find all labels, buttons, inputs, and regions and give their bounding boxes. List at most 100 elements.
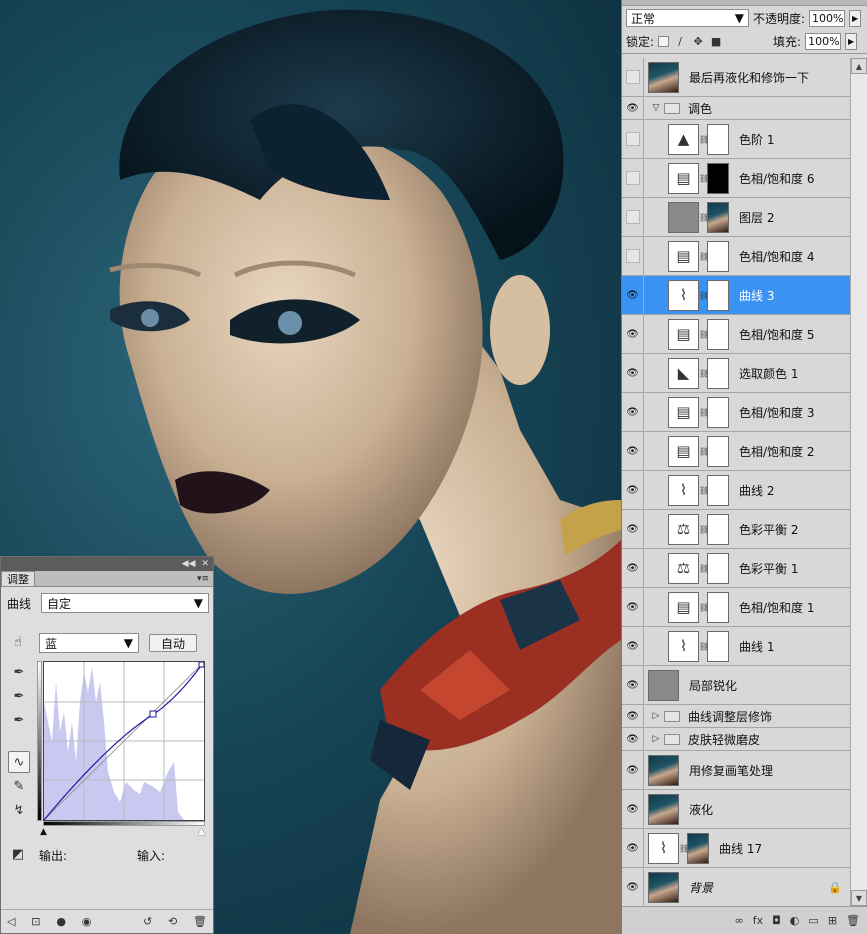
layer-row[interactable]: 👁 ⌇ ⛓ 曲线 2 [622,471,850,510]
layer-mask-thumbnail[interactable] [707,201,729,233]
curve-tool-icon[interactable]: ∿ [8,751,30,773]
layer-mask-thumbnail[interactable] [707,630,729,662]
visibility-toggle[interactable] [622,198,644,236]
layer-row[interactable]: ▤ ⛓ 色相/饱和度 4 [622,237,850,276]
preset-select[interactable]: 自定 ▼ [41,593,210,613]
visibility-toggle[interactable]: 👁 [622,588,644,626]
chain-icon[interactable]: ⛓ [699,213,709,222]
layer-row[interactable]: 👁 局部锐化 [622,666,850,705]
visibility-toggle[interactable]: 👁 [622,97,644,119]
fill-slider-icon[interactable]: ▶ [845,33,858,50]
caret-right-icon[interactable]: ▷ [648,711,664,721]
new-layer-icon[interactable]: ⊞ [828,914,837,927]
lock-brush-icon[interactable]: / [673,35,687,49]
layer-mask-thumbnail[interactable] [707,318,729,350]
scroll-down-icon[interactable]: ▼ [851,890,867,906]
eye-icon[interactable]: ◉ [82,915,92,928]
chain-icon[interactable]: ⛓ [679,844,689,853]
lock-transparency-icon[interactable] [658,36,670,47]
visibility-toggle[interactable]: 👁 [622,705,644,727]
layer-mask-thumbnail[interactable] [707,279,729,311]
lock-all-icon[interactable]: ■ [709,35,723,49]
visibility-toggle[interactable]: 👁 [622,471,644,509]
reset-icon[interactable]: ⟲ [168,915,177,928]
layer-row[interactable]: 👁 ⚖ ⛓ 色彩平衡 1 [622,549,850,588]
eye-icon[interactable]: 👁 [626,882,639,893]
layer-row[interactable]: 👁 ▽ 调色 [622,97,850,120]
layer-row[interactable]: 👁 ⚖ ⛓ 色彩平衡 2 [622,510,850,549]
visibility-toggle[interactable] [622,120,644,158]
fx-icon[interactable]: fx [753,914,763,927]
visibility-toggle[interactable]: 👁 [622,549,644,587]
chain-icon[interactable]: ⛓ [699,486,709,495]
return-icon[interactable]: ◁ [7,915,15,928]
chain-icon[interactable]: ⛓ [699,252,709,261]
visibility-toggle[interactable] [622,58,644,96]
visibility-toggle[interactable]: 👁 [622,666,644,704]
eye-icon[interactable]: 👁 [626,602,639,613]
eye-icon[interactable]: 👁 [626,407,639,418]
tab-adjustments[interactable]: 调整 [1,571,35,586]
visibility-toggle[interactable] [622,237,644,275]
layer-row[interactable]: 👁 用修复画笔处理 [622,751,850,790]
layer-mask-thumbnail[interactable] [707,591,729,623]
previous-state-icon[interactable]: ↺ [143,915,152,928]
clip-layer-icon[interactable]: ● [56,915,66,928]
pencil-icon[interactable]: ✎ [8,775,30,797]
layer-row[interactable]: 👁 ⌇ ⛓ 曲线 17 [622,829,850,868]
layer-row[interactable]: 👁 ⌇ ⛓ 曲线 1 [622,627,850,666]
visibility-toggle[interactable]: 👁 [622,829,644,867]
expand-icon[interactable]: ⊡ [31,915,40,928]
hidden-eye-icon[interactable] [625,171,640,185]
target-adjust-icon[interactable]: ☝ [7,631,29,653]
visibility-toggle[interactable]: 👁 [622,868,644,906]
hidden-eye-icon[interactable] [625,249,640,263]
adjustment-icon[interactable]: ◐ [790,914,800,927]
eyedropper-gray-icon[interactable]: ✒ [8,685,30,707]
blend-mode-select[interactable]: 正常 ▼ [626,9,749,27]
eye-icon[interactable]: 👁 [626,711,639,722]
eye-icon[interactable]: 👁 [626,563,639,574]
layer-mask-thumbnail[interactable] [707,474,729,506]
eye-icon[interactable]: 👁 [626,680,639,691]
chain-icon[interactable]: ⛓ [699,525,709,534]
hidden-eye-icon[interactable] [625,70,640,84]
fill-input[interactable]: 100% [805,33,842,50]
chain-icon[interactable]: ⛓ [699,330,709,339]
eye-icon[interactable]: 👁 [626,368,639,379]
black-point-slider[interactable]: ▲ [40,827,47,837]
eye-icon[interactable]: 👁 [626,485,639,496]
eye-icon[interactable]: 👁 [626,765,639,776]
layer-mask-thumbnail[interactable] [687,832,709,864]
eye-icon[interactable]: 👁 [626,103,639,114]
layer-row[interactable]: 👁 ▤ ⛓ 色相/饱和度 1 [622,588,850,627]
visibility-toggle[interactable] [622,159,644,197]
eye-icon[interactable]: 👁 [626,329,639,340]
collapse-icon[interactable]: ◀◀ [182,559,196,569]
chain-icon[interactable]: ⛓ [699,291,709,300]
visibility-toggle[interactable]: 👁 [622,393,644,431]
layer-row[interactable]: ▲ ⛓ 色阶 1 [622,120,850,159]
chain-icon[interactable]: ⛓ [699,603,709,612]
layer-mask-thumbnail[interactable] [707,162,729,194]
layer-row[interactable]: 最后再液化和修饰一下 [622,58,850,97]
close-icon[interactable]: ✕ [201,559,209,569]
eye-icon[interactable]: 👁 [626,734,639,745]
eye-icon[interactable]: 👁 [626,290,639,301]
eye-icon[interactable]: 👁 [626,446,639,457]
eyedropper-white-icon[interactable]: ✒ [8,709,30,731]
eye-icon[interactable]: 👁 [626,524,639,535]
layer-row[interactable]: 👁 ⌇ ⛓ 曲线 3 [622,276,850,315]
chain-icon[interactable]: ⛓ [699,135,709,144]
layer-row[interactable]: ▤ ⛓ 色相/饱和度 6 [622,159,850,198]
layer-row[interactable]: 👁 ▤ ⛓ 色相/饱和度 3 [622,393,850,432]
mask-icon[interactable]: ◘ [772,914,781,927]
smooth-icon[interactable]: ↯ [8,799,30,821]
auto-button[interactable]: 自动 [149,634,197,652]
layer-mask-thumbnail[interactable] [707,396,729,428]
visibility-toggle[interactable]: 👁 [622,354,644,392]
channel-select[interactable]: 蓝 ▼ [39,633,139,653]
scroll-up-icon[interactable]: ▲ [851,58,867,74]
layer-row[interactable]: 👁 ▤ ⛓ 色相/饱和度 5 [622,315,850,354]
layer-row[interactable]: 👁 ▤ ⛓ 色相/饱和度 2 [622,432,850,471]
